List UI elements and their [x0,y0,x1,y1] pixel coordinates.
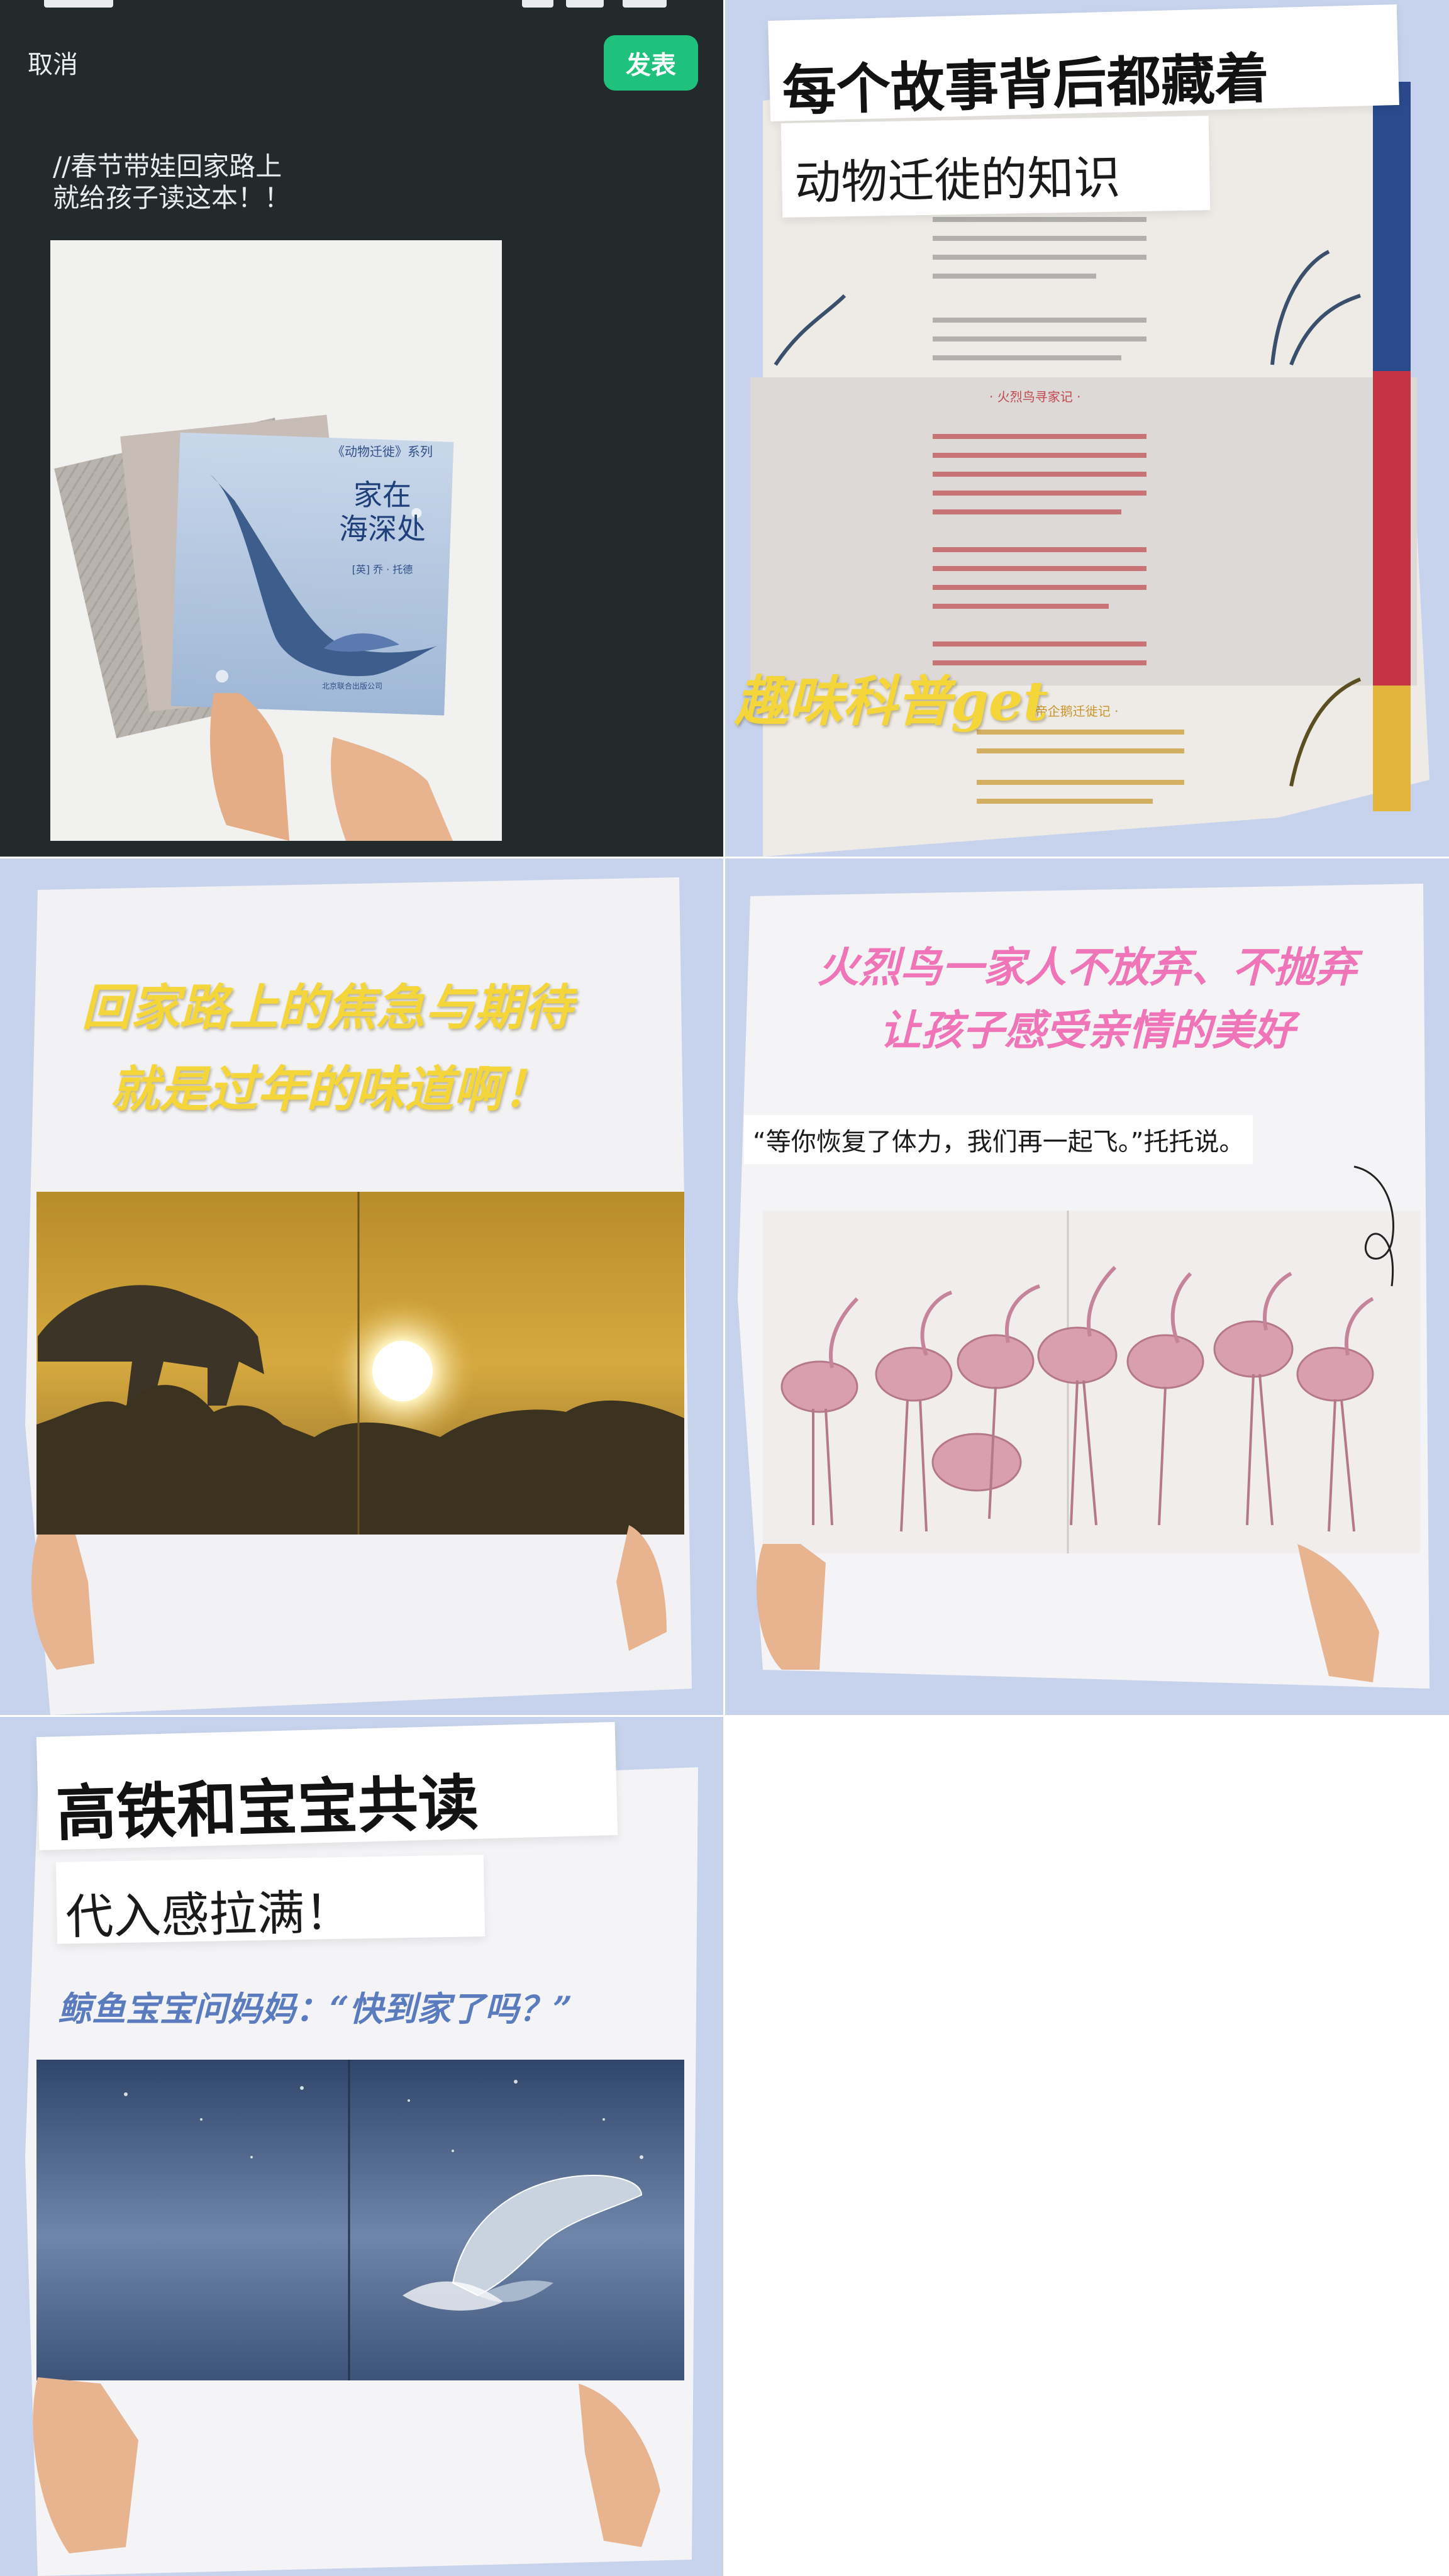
panel-train-reading: 高铁和宝宝共读 代入感拉满！ 鲸鱼宝宝问妈妈：“快到家了吗？” [0,1717,723,2576]
post-text-input[interactable]: //春节带娃回家路上 就给孩子读这本！！ [53,151,493,214]
cancel-button[interactable]: 取消 [28,44,78,80]
subline-box: 动物迁徙的知识 [780,116,1211,218]
headline: 高铁和宝宝共读 [55,1767,480,1850]
post-text-line: //春节带娃回家路上 [53,151,282,182]
story-quote: “等你恢复了体力，我们再一起飞。”托托说。 [744,1115,1253,1164]
cover-title-line: 家在 [353,478,411,512]
cover-author: [英] 乔 · 托德 [352,564,413,575]
caption-line: 就是过年的味道啊！ [110,1061,552,1118]
status-bar [0,0,723,11]
subline: 动物迁徙的知识 [794,150,1121,211]
headline-box: 高铁和宝宝共读 [36,1721,618,1851]
story-quote: 鲸鱼宝宝问妈妈：“快到家了吗？” [58,1989,573,2029]
cover-title-line: 海深处 [339,512,426,546]
composer-screen: 取消 发表 //春节带娃回家路上 就给孩子读这本！！ 《动物迁徙》系列 家在 海… [0,0,723,857]
overlay-caption: 趣味科普get [735,670,1048,733]
panel-journey-home: 回家路上的焦急与期待 就是过年的味道啊！ [0,858,723,1715]
headline-box: 每个故事背后都藏着 [768,4,1399,123]
cover-series: 《动物迁徙》系列 [332,444,433,459]
panel-science-knowledge: · 火烈鸟寻家记 · · 帝企鹅迁徙记 · 每个故事背后都藏着 动物迁徙的知识 … [725,0,1449,857]
post-text-line: 就给孩子读这本！！ [53,182,291,213]
panel-family-love: 火烈鸟一家人不放弃、不抛弃 让孩子感受亲情的美好 “等你恢复了体力，我们再一起飞… [725,858,1449,1715]
caption-line: 回家路上的焦急与期待 [82,979,573,1036]
attached-photo[interactable]: 《动物迁徙》系列 家在 海深处 [英] 乔 · 托德 北京联合出版公司 [50,240,502,841]
publish-button[interactable]: 发表 [604,35,698,91]
book-section-title: · 火烈鸟寻家记 · [989,389,1081,404]
subline-box: 代入感拉满！ [55,1855,486,1945]
caption-line: 火烈鸟一家人不放弃、不抛弃 [817,943,1357,992]
cover-title: 家在 海深处 [319,478,445,546]
headline: 每个故事背后都藏着 [781,47,1270,123]
cover-publisher: 北京联合出版公司 [321,682,382,691]
caption-line: 让孩子感受亲情的美好 [879,1006,1295,1055]
subline: 代入感拉满！ [65,1884,353,1945]
